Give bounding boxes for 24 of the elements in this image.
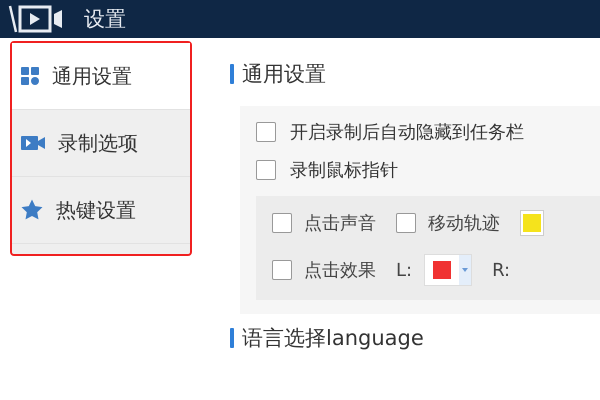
checkbox[interactable] — [396, 213, 416, 233]
caret-icon — [462, 268, 468, 272]
checkbox[interactable] — [272, 213, 292, 233]
option-label: 点击声音 — [304, 212, 376, 235]
color-picker[interactable] — [424, 254, 472, 286]
option-label: 移动轨迹 — [428, 212, 500, 235]
option-label: 点击效果 — [304, 259, 376, 282]
window-title: 设置 — [84, 6, 126, 33]
grid-icon — [20, 66, 40, 86]
star-icon — [20, 198, 44, 222]
section-title: 语言选择language — [242, 325, 424, 352]
color-swatch[interactable] — [520, 210, 544, 236]
option-label: 录制鼠标指针 — [290, 159, 398, 182]
checkbox[interactable] — [256, 122, 276, 142]
section-title: 通用设置 — [242, 61, 326, 88]
section-marker — [230, 64, 234, 84]
sidebar-item[interactable]: 通用设置 — [12, 43, 190, 110]
option-label: L: — [396, 260, 412, 280]
option-label: R: — [492, 260, 510, 280]
video-camera-icon — [20, 134, 46, 152]
checkbox[interactable] — [256, 160, 276, 180]
option-label: 开启录制后自动隐藏到任务栏 — [290, 121, 524, 144]
section-marker — [230, 328, 234, 348]
checkbox[interactable] — [272, 260, 292, 280]
